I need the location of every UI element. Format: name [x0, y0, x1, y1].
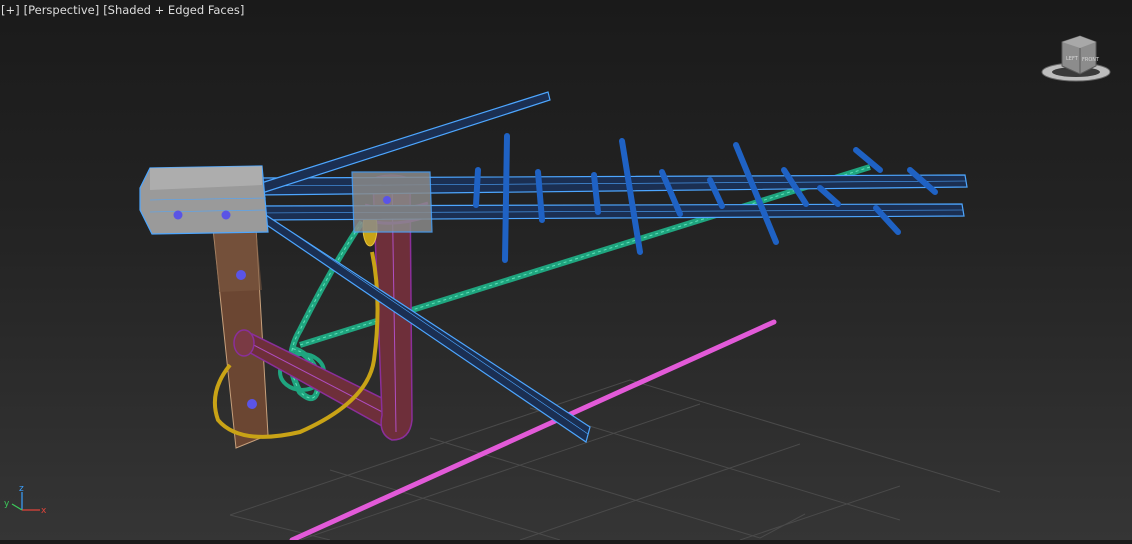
axis-z-label: z	[19, 484, 24, 494]
viewcube[interactable]: LEFT FRONT	[1040, 34, 1116, 88]
viewport-view-label[interactable]: [Perspective]	[23, 3, 101, 17]
axis-tripod: z x y	[2, 482, 52, 520]
viewport-menu-plus[interactable]: [+]	[0, 3, 21, 17]
viewport-shading-label[interactable]: [Shaded + Edged Faces]	[102, 3, 245, 17]
viewport-perspective[interactable]: [+] [Perspective] [Shaded + Edged Faces]…	[0, 0, 1132, 543]
viewcube-face-label: LEFT	[1066, 56, 1079, 62]
axis-y-line	[11, 503, 23, 511]
pink-cable[interactable]	[289, 319, 777, 543]
viewcube-face-label-front: FRONT	[1082, 57, 1100, 63]
scene-canvas[interactable]	[0, 0, 1132, 543]
axis-y-label: y	[4, 499, 10, 509]
axis-x-label: x	[41, 506, 47, 516]
antenna-elements[interactable]	[473, 133, 938, 263]
viewport-label-bar: [+] [Perspective] [Shaded + Edged Faces]	[0, 2, 245, 18]
